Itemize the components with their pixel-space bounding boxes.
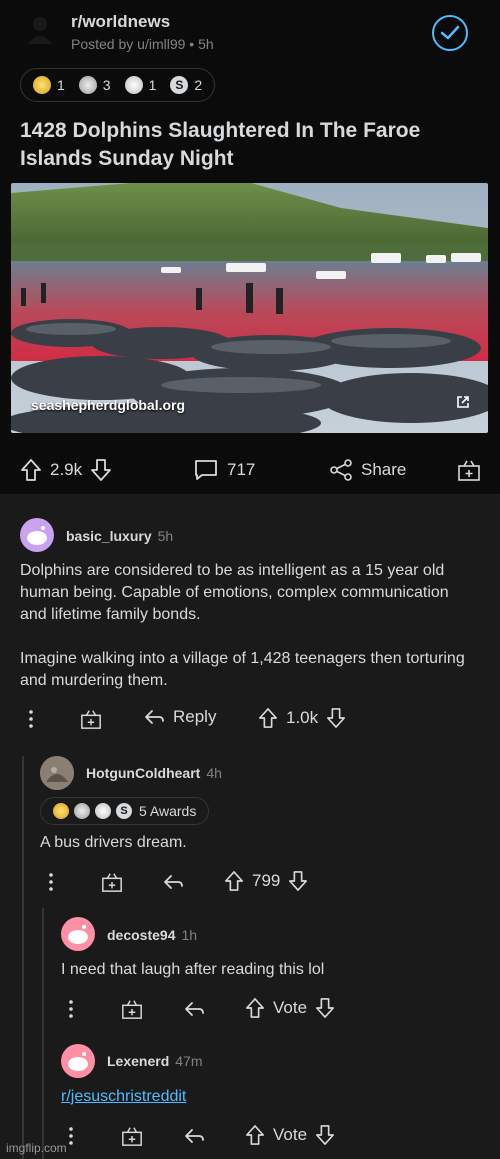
comments-section: basic_luxury 5h Dolphins are considered … bbox=[0, 494, 500, 1159]
s-badge-icon: S bbox=[170, 76, 189, 94]
helpful-face-icon bbox=[124, 76, 143, 94]
give-award-icon[interactable] bbox=[101, 871, 123, 893]
give-award-icon[interactable] bbox=[457, 458, 481, 482]
avatar[interactable] bbox=[40, 756, 74, 790]
post-awards[interactable]: 1 3 1 S 2 bbox=[20, 68, 216, 102]
comment-username[interactable]: basic_luxury bbox=[66, 528, 152, 544]
comment-count: 717 bbox=[227, 460, 256, 479]
silver-award-icon bbox=[33, 76, 51, 94]
reply-arrow-icon bbox=[143, 708, 165, 726]
gold-award-icon bbox=[53, 803, 69, 819]
vote-count: 1.0k bbox=[286, 708, 319, 727]
award-count: 1 bbox=[57, 77, 65, 93]
post-title[interactable]: 1428 Dolphins Slaughtered In The Faroe I… bbox=[20, 117, 480, 173]
upvote-icon[interactable] bbox=[20, 458, 42, 482]
comment-body-p1: Dolphins are considered to be as intelli… bbox=[20, 562, 449, 623]
awards-count-label: 5 Awards bbox=[139, 803, 197, 819]
comment-time: 4h bbox=[206, 765, 222, 781]
comment-username[interactable]: HotgunColdheart bbox=[86, 765, 200, 781]
downvote-icon[interactable] bbox=[90, 458, 112, 482]
reply-button[interactable]: Reply bbox=[143, 707, 216, 727]
comment-time: 5h bbox=[157, 528, 174, 544]
wholesome-seal-icon bbox=[74, 803, 90, 819]
comment-header: decoste94 1h bbox=[107, 927, 197, 943]
vote-label: Vote bbox=[273, 1125, 308, 1144]
s-badge-icon: S bbox=[116, 803, 132, 819]
reply-arrow-icon[interactable] bbox=[183, 1127, 205, 1145]
post-action-bar: 2.9k 717 Share bbox=[0, 450, 500, 490]
upvote-icon[interactable] bbox=[245, 997, 265, 1019]
wholesome-seal-icon bbox=[78, 76, 97, 94]
comment-vote-group: 1.0k bbox=[258, 707, 346, 729]
reply-arrow-icon[interactable] bbox=[183, 1000, 205, 1018]
post-image[interactable]: seashepherdglobal.org bbox=[11, 183, 488, 433]
comment-username[interactable]: Lexenerd bbox=[107, 1053, 169, 1069]
upvote-icon[interactable] bbox=[245, 1124, 265, 1146]
upvote-icon[interactable] bbox=[258, 707, 278, 729]
downvote-icon[interactable] bbox=[315, 997, 335, 1019]
more-options-icon[interactable] bbox=[44, 871, 58, 893]
share-icon bbox=[329, 458, 353, 482]
media-source-label[interactable]: seashepherdglobal.org bbox=[31, 397, 185, 413]
award-count: 2 bbox=[194, 77, 203, 93]
give-award-icon[interactable] bbox=[121, 1125, 143, 1147]
upvote-icon[interactable] bbox=[224, 870, 244, 892]
avatar[interactable] bbox=[61, 917, 95, 951]
comment-time: 47m bbox=[175, 1053, 203, 1069]
reply-arrow-icon[interactable] bbox=[162, 873, 184, 891]
comment-body-p2: Imagine walking into a village of 1,428 … bbox=[20, 650, 465, 689]
posted-by[interactable]: Posted by u/imll99 • 5h bbox=[71, 36, 214, 52]
downvote-icon[interactable] bbox=[288, 870, 308, 892]
thread-line[interactable] bbox=[42, 908, 44, 1159]
share-button[interactable]: Share bbox=[329, 458, 406, 482]
more-options-icon[interactable] bbox=[64, 998, 78, 1020]
reply-label: Reply bbox=[173, 707, 217, 726]
subreddit-avatar-icon[interactable] bbox=[24, 14, 56, 46]
comment-time: 1h bbox=[181, 927, 198, 943]
comment-username[interactable]: decoste94 bbox=[107, 927, 175, 943]
downvote-icon[interactable] bbox=[326, 707, 346, 729]
comment-bubble-icon bbox=[193, 458, 219, 482]
joined-check-icon[interactable] bbox=[432, 15, 468, 51]
comment-body: I need that laugh after reading this lol bbox=[61, 961, 325, 978]
vote-label: Vote bbox=[273, 998, 308, 1017]
subreddit-link[interactable]: r/jesuschristreddit bbox=[61, 1086, 186, 1108]
comment-header: basic_luxury 5h bbox=[66, 528, 173, 544]
comment-awards[interactable]: S 5 Awards bbox=[40, 797, 210, 825]
comment-body: A bus drivers dream. bbox=[40, 834, 187, 851]
award-count: 1 bbox=[148, 77, 157, 93]
upvote-count: 2.9k bbox=[50, 460, 83, 479]
give-award-icon[interactable] bbox=[80, 708, 102, 730]
more-options-icon[interactable] bbox=[24, 708, 38, 730]
comment-header: HotgunColdheart 4h bbox=[86, 765, 222, 781]
external-link-icon[interactable] bbox=[456, 395, 470, 409]
watermark: imgflip.com bbox=[6, 1141, 67, 1155]
post-card: r/worldnews Posted by u/imll99 • 5h 1 3 … bbox=[0, 0, 500, 494]
give-award-icon[interactable] bbox=[121, 998, 143, 1020]
avatar[interactable] bbox=[20, 518, 54, 552]
comments-button[interactable]: 717 bbox=[193, 458, 255, 482]
comment-vote-group: 799 bbox=[224, 870, 308, 892]
award-count: 3 bbox=[102, 77, 111, 93]
dolphin-beach-photo bbox=[11, 183, 488, 433]
comment-vote-group: Vote bbox=[245, 997, 335, 1019]
comment-vote-group: Vote bbox=[245, 1124, 335, 1146]
thread-line[interactable] bbox=[22, 756, 24, 1159]
downvote-icon[interactable] bbox=[315, 1124, 335, 1146]
vote-group: 2.9k bbox=[20, 458, 112, 482]
vote-count: 799 bbox=[252, 871, 281, 890]
comment-header: Lexenerd 47m bbox=[107, 1053, 202, 1069]
share-label: Share bbox=[361, 460, 407, 479]
helpful-face-icon bbox=[95, 803, 111, 819]
subreddit-name[interactable]: r/worldnews bbox=[71, 12, 170, 32]
avatar[interactable] bbox=[61, 1044, 95, 1078]
